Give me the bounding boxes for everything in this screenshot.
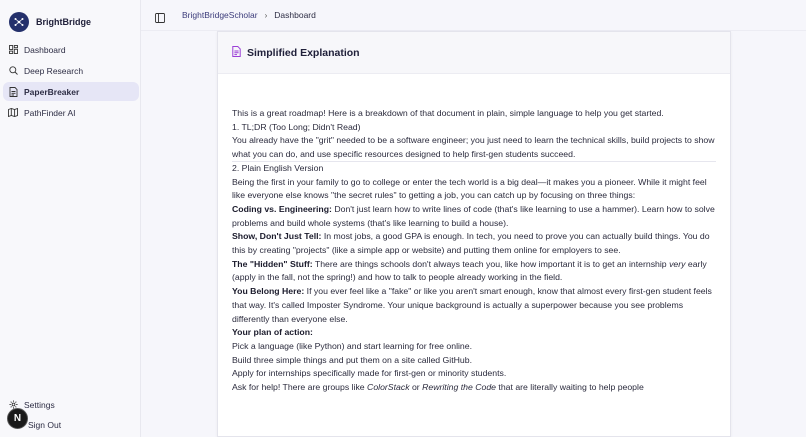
search-icon [8, 66, 18, 76]
plan-text: or [409, 382, 423, 393]
breadcrumb: BrightBridgeScholar › Dashboard [182, 10, 316, 20]
sidebar-item-label: PaperBreaker [24, 86, 80, 97]
brand-logo-icon [9, 12, 29, 32]
document-icon [232, 44, 241, 62]
point-emphasis: very [669, 258, 686, 269]
explanation-card: Simplified Explanation This is a great r… [217, 31, 731, 437]
sidebar-item-pathfinder-ai[interactable]: PathFinder AI [3, 103, 139, 122]
brand[interactable]: BrightBridge [9, 12, 91, 32]
settings-label: Settings [24, 399, 55, 410]
plan-text: that are literally waiting to help peopl… [496, 382, 644, 393]
point-text: If you ever feel like a "fake" or like y… [232, 286, 712, 324]
brand-name: BrightBridge [36, 17, 91, 27]
point-title: You Belong Here: [232, 286, 305, 297]
chevron-right-icon: › [264, 10, 268, 20]
plain-english-paragraph: Being the first in your family to go to … [232, 176, 707, 201]
breadcrumb-root-link[interactable]: BrightBridgeScholar [182, 10, 258, 20]
sidebar-nav: Dashboard Deep Research PaperBreaker Pat… [3, 40, 139, 124]
dashboard-icon [8, 45, 18, 55]
sign-out-label: Sign Out [28, 419, 62, 430]
sidebar-item-label: Deep Research [24, 65, 84, 76]
top-header: BrightBridgeScholar › Dashboard [141, 0, 806, 31]
tldr-paragraph: You already have the "grit" needed to be… [232, 135, 715, 160]
point-title: The "Hidden" Stuff: [232, 258, 313, 269]
sidebar-item-label: Dashboard [24, 44, 66, 55]
point-text: There are things schools don't always te… [312, 258, 670, 269]
plan-item: Ask for help! There are groups like Colo… [232, 381, 716, 395]
sidebar-toggle-icon[interactable] [155, 10, 165, 23]
plan-heading: Your plan of action: [232, 326, 716, 340]
section-heading-tldr: 1. TL;DR (Too Long; Didn't Read) [232, 121, 361, 132]
document-icon [8, 86, 18, 97]
section-heading-plain-english: 2. Plain English Version [232, 162, 324, 173]
point-show-dont-tell: Show, Don't Just Tell: In most jobs, a g… [232, 230, 716, 257]
card-header: Simplified Explanation [218, 32, 730, 74]
sidebar: BrightBridge Dashboard Deep Research Pap… [0, 0, 141, 437]
point-hidden-stuff: The "Hidden" Stuff: There are things sch… [232, 258, 716, 285]
sidebar-item-dashboard[interactable]: Dashboard [3, 40, 139, 59]
plan-heading-text: Your plan of action: [232, 327, 313, 338]
intro-paragraph: This is a great roadmap! Here is a break… [232, 108, 664, 118]
point-title: Show, Don't Just Tell: [232, 231, 322, 242]
point-title: Coding vs. Engineering: [232, 203, 332, 214]
breadcrumb-current: Dashboard [274, 10, 316, 20]
explanation-content: This is a great roadmap! Here is a break… [218, 74, 730, 395]
map-icon [8, 108, 18, 118]
plan-item: Apply for internships specifically made … [232, 368, 507, 379]
sidebar-item-paperbreaker[interactable]: PaperBreaker [3, 82, 139, 101]
plan-item: Pick a language (like Python) and start … [232, 340, 473, 351]
sidebar-item-label: PathFinder AI [24, 107, 76, 118]
card-title: Simplified Explanation [247, 46, 360, 59]
plan-text: Ask for help! There are groups like [232, 382, 368, 393]
plan-emphasis: Rewriting the Code [422, 382, 496, 393]
plan-emphasis: ColorStack [367, 382, 410, 393]
point-coding-vs-engineering: Coding vs. Engineering: Don't just learn… [232, 203, 716, 230]
plan-item: Build three simple things and put them o… [232, 354, 473, 365]
user-avatar-badge[interactable]: N [7, 408, 28, 429]
point-you-belong-here: You Belong Here: If you ever feel like a… [232, 285, 716, 326]
sidebar-item-deep-research[interactable]: Deep Research [3, 61, 139, 80]
